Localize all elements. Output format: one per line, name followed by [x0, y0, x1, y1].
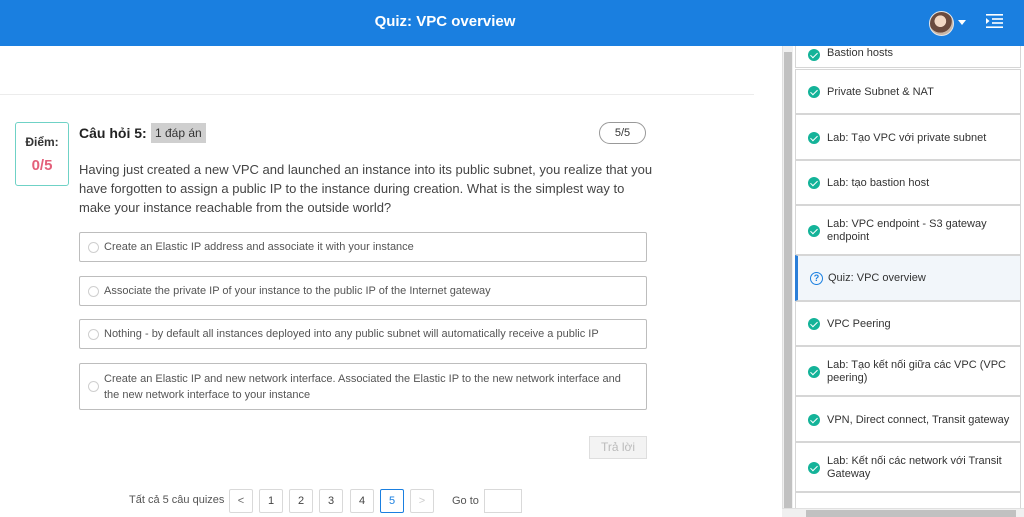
answer-option-text: Create an Elastic IP address and associa…	[104, 241, 414, 253]
answer-option-text: Nothing - by default all instances deplo…	[104, 328, 599, 340]
sidebar-item-label: VPC Peering	[827, 318, 891, 330]
submit-button[interactable]: Trả lời	[589, 436, 647, 459]
scrollbar-thumb[interactable]	[784, 52, 792, 508]
chevron-down-icon[interactable]	[958, 20, 966, 25]
top-bar: Quiz: VPC overview	[0, 0, 1024, 46]
next-page-button[interactable]: >	[410, 489, 434, 513]
sidebar-item-label: Lab: Tạo kết nối giữa các VPC (VPC peeri…	[827, 359, 1006, 384]
check-circle-icon	[808, 318, 820, 330]
answer-option[interactable]: Nothing - by default all instances deplo…	[79, 319, 647, 349]
check-circle-icon	[808, 414, 820, 426]
question-circle-icon: ?	[810, 272, 823, 285]
question-heading: Câu hỏi 5:	[79, 125, 147, 141]
radio-button[interactable]	[88, 329, 99, 340]
sidebar-item-label: Lab: Tạo VPC với private subnet	[827, 132, 987, 144]
vertical-scrollbar[interactable]	[782, 46, 793, 517]
answer-option-text: Associate the private IP of your instanc…	[104, 285, 491, 297]
sidebar-item[interactable]: VPC Peering	[795, 301, 1021, 346]
check-circle-icon	[808, 49, 820, 61]
radio-button[interactable]	[88, 381, 99, 392]
pagination-total: Tất cả 5 câu quizes	[129, 494, 225, 506]
check-circle-icon	[808, 86, 820, 98]
check-circle-icon	[808, 462, 820, 474]
sidebar-item[interactable]: Bastion hosts	[795, 46, 1021, 68]
answer-type-badge: 1 đáp án	[151, 123, 206, 143]
divider	[0, 94, 754, 95]
sidebar-item-label: Lab: VPC endpoint - S3 gateway endpoint	[827, 218, 987, 243]
sidebar-item-label: Bastion hosts	[827, 47, 894, 59]
quiz-panel: Điểm: 0/5 Câu hỏi 5: 1 đáp án 5/5 Having…	[0, 46, 782, 517]
sidebar-item[interactable]: Private Subnet & NAT	[795, 69, 1021, 114]
page-button-4[interactable]: 4	[350, 489, 374, 513]
sidebar-item-current[interactable]: ? Quiz: VPC overview	[795, 255, 1021, 301]
radio-button[interactable]	[88, 242, 99, 253]
answer-option-text: Create an Elastic IP and new network int…	[104, 373, 621, 401]
page-button-3[interactable]: 3	[319, 489, 343, 513]
goto-page-input[interactable]	[484, 489, 522, 513]
menu-collapse-icon[interactable]	[986, 13, 1003, 29]
score-label: Điểm:	[25, 135, 59, 149]
check-circle-icon	[808, 366, 820, 378]
question-counter: 5/5	[599, 122, 646, 144]
question-text: Having just created a new VPC and launch…	[79, 162, 653, 215]
sidebar-item-label: Quiz: VPC overview	[828, 272, 926, 284]
scrollbar-thumb[interactable]	[806, 510, 1016, 517]
lesson-sidebar: Bastion hosts Private Subnet & NAT Lab: …	[793, 46, 1024, 508]
check-circle-icon	[808, 225, 820, 237]
sidebar-item[interactable]: Lab: tạo bastion host	[795, 160, 1021, 205]
sidebar-item[interactable]: Lab: VPC endpoint - S3 gateway endpoint	[795, 205, 1021, 255]
sidebar-item[interactable]: Lab: Tạo kết nối giữa các VPC (VPC peeri…	[795, 346, 1021, 396]
goto-label: Go to	[452, 495, 479, 507]
page-title: Quiz: VPC overview	[374, 13, 516, 30]
radio-button[interactable]	[88, 286, 99, 297]
sidebar-item[interactable]	[795, 492, 1021, 508]
page-button-1[interactable]: 1	[259, 489, 283, 513]
answer-option[interactable]: Create an Elastic IP and new network int…	[79, 363, 647, 410]
sidebar-item-label: Lab: Kết nối các network với Transit Gat…	[827, 455, 1002, 480]
check-circle-icon	[808, 177, 820, 189]
score-value: 0/5	[31, 157, 53, 174]
sidebar-item-label: VPN, Direct connect, Transit gateway	[827, 414, 1010, 426]
horizontal-scrollbar[interactable]	[782, 508, 1024, 517]
sidebar-item-label: Lab: tạo bastion host	[827, 177, 930, 189]
check-circle-icon	[808, 132, 820, 144]
sidebar-item[interactable]: Lab: Tạo VPC với private subnet	[795, 114, 1021, 160]
prev-page-button[interactable]: <	[229, 489, 253, 513]
avatar[interactable]	[929, 11, 954, 36]
answer-option[interactable]: Associate the private IP of your instanc…	[79, 276, 647, 306]
score-box: Điểm: 0/5	[15, 122, 69, 186]
sidebar-item-label: Private Subnet & NAT	[827, 86, 934, 98]
sidebar-item[interactable]: Lab: Kết nối các network với Transit Gat…	[795, 442, 1021, 492]
page-button-2[interactable]: 2	[289, 489, 313, 513]
sidebar-item[interactable]: VPN, Direct connect, Transit gateway	[795, 396, 1021, 442]
answer-option[interactable]: Create an Elastic IP address and associa…	[79, 232, 647, 262]
page-button-5[interactable]: 5	[380, 489, 404, 513]
